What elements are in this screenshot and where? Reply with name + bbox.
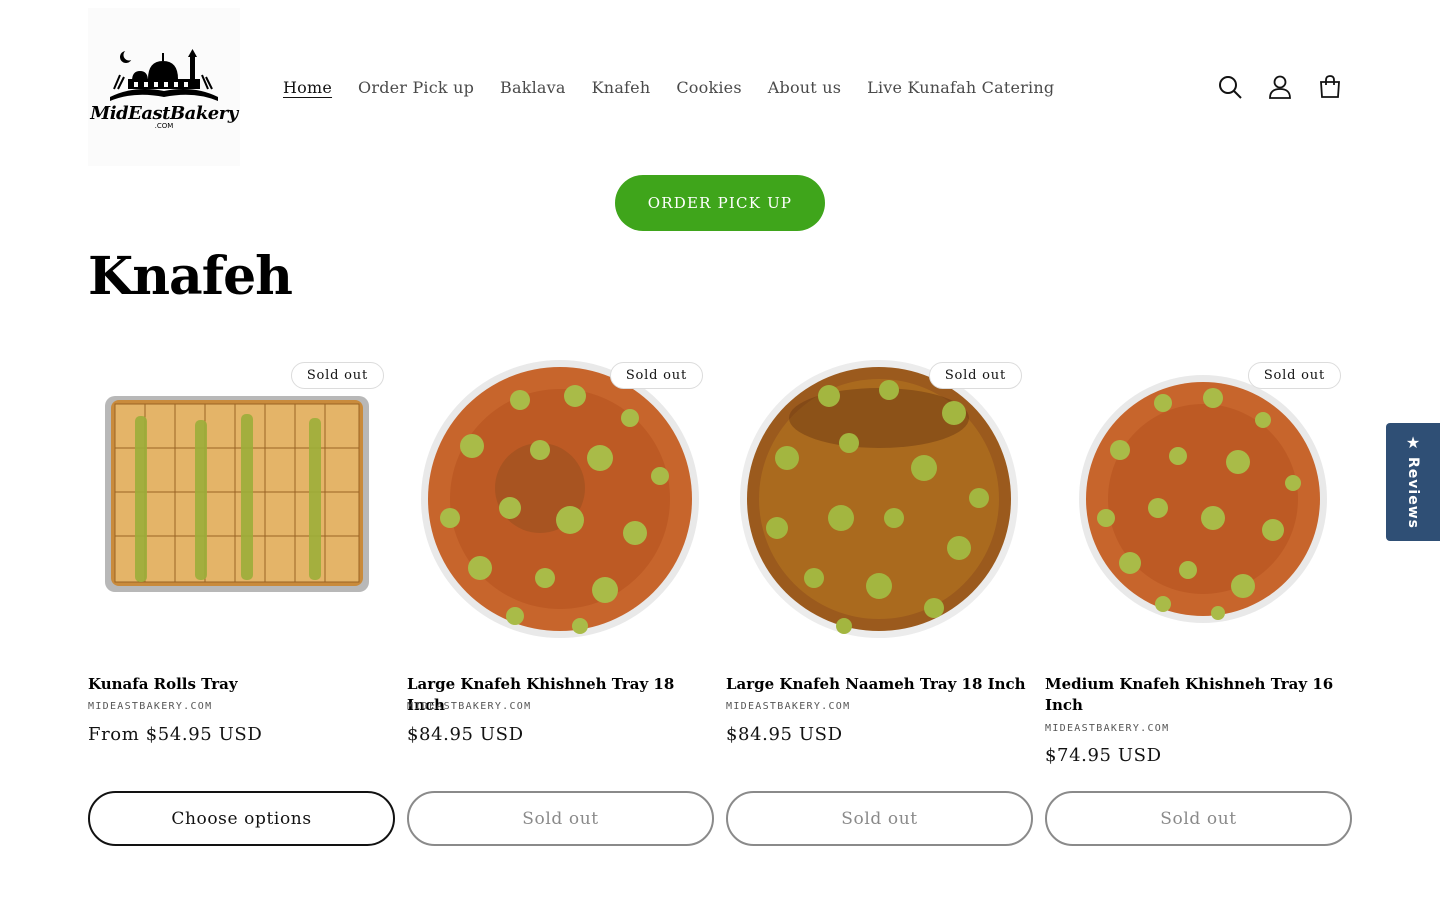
search-icon[interactable] <box>1205 62 1255 112</box>
reviews-label: Reviews <box>1405 457 1421 529</box>
product-vendor: MIDEASTBAKERY.COM <box>88 701 213 712</box>
sold-out-badge: Sold out <box>1247 362 1341 389</box>
product-title[interactable]: Large Knafeh Naameh Tray 18 Inch <box>726 674 1032 695</box>
product-image[interactable] <box>726 358 1022 648</box>
nav-item-live-kunafah-catering[interactable]: Live Kunafah Catering <box>854 78 1067 97</box>
account-icon[interactable] <box>1255 62 1305 112</box>
product-vendor: MIDEASTBAKERY.COM <box>407 701 532 712</box>
knafeh-khishneh-medium-tray-image <box>1079 375 1327 623</box>
sold-out-badge: Sold out <box>928 362 1022 389</box>
product-price: From $54.95 USD <box>88 724 263 745</box>
knafeh-khishneh-tray-image <box>421 360 699 638</box>
logo-domain-text: .COM <box>154 121 174 130</box>
product-grid: Sold out Kunafa Rolls Tray MIDEASTBAKERY… <box>88 358 1353 858</box>
product-vendor: MIDEASTBAKERY.COM <box>1045 723 1170 734</box>
order-pick-up-button[interactable]: ORDER PICK UP <box>615 175 825 231</box>
nav-item-baklava[interactable]: Baklava <box>487 78 579 97</box>
knafeh-naameh-tray-image <box>740 360 1018 638</box>
logo-brand-text: MidEastBakery <box>90 102 238 124</box>
nav-item-order-pick-up[interactable]: Order Pick up <box>345 78 487 97</box>
product-card: Sold out Large Knafeh Khishneh Tray 18 I… <box>407 358 714 848</box>
sold-out-button[interactable]: Sold out <box>407 791 714 846</box>
product-image[interactable] <box>1045 358 1341 648</box>
product-title[interactable]: Kunafa Rolls Tray <box>88 674 394 695</box>
sold-out-badge: Sold out <box>609 362 703 389</box>
product-image[interactable] <box>88 358 384 648</box>
sold-out-badge: Sold out <box>290 362 384 389</box>
collection-title: Knafeh <box>88 246 293 307</box>
product-title[interactable]: Medium Knafeh Khishneh Tray 16 Inch <box>1045 674 1351 716</box>
nav-item-about-us[interactable]: About us <box>755 78 854 97</box>
nav-item-home[interactable]: Home <box>270 78 345 97</box>
kunafa-rolls-tray-image <box>105 396 369 592</box>
sold-out-button[interactable]: Sold out <box>1045 791 1352 846</box>
site-header: MidEastBakery .COM Home Order Pick up Ba… <box>0 0 1440 170</box>
star-icon: ★ <box>1405 433 1421 453</box>
product-price: $84.95 USD <box>407 724 524 745</box>
cart-icon[interactable] <box>1305 62 1355 112</box>
choose-options-button[interactable]: Choose options <box>88 791 395 846</box>
header-icons <box>1205 62 1355 112</box>
site-logo[interactable]: MidEastBakery .COM <box>88 8 240 166</box>
product-price: $74.95 USD <box>1045 745 1162 766</box>
sold-out-button[interactable]: Sold out <box>726 791 1033 846</box>
product-price: $84.95 USD <box>726 724 843 745</box>
nav-item-knafeh[interactable]: Knafeh <box>579 78 664 97</box>
nav-item-cookies[interactable]: Cookies <box>663 78 754 97</box>
product-card: Sold out Large Knafeh Naameh Tray 18 Inc… <box>726 358 1033 848</box>
mosque-logo-icon <box>110 48 218 101</box>
main-nav: Home Order Pick up Baklava Knafeh Cookie… <box>270 74 1067 100</box>
reviews-tab[interactable]: ★ Reviews <box>1386 423 1440 541</box>
product-card: Sold out Medium Knafeh Khishneh Tray 16 … <box>1045 358 1352 848</box>
product-card: Sold out Kunafa Rolls Tray MIDEASTBAKERY… <box>88 358 395 848</box>
product-vendor: MIDEASTBAKERY.COM <box>726 701 851 712</box>
product-image[interactable] <box>407 358 703 648</box>
